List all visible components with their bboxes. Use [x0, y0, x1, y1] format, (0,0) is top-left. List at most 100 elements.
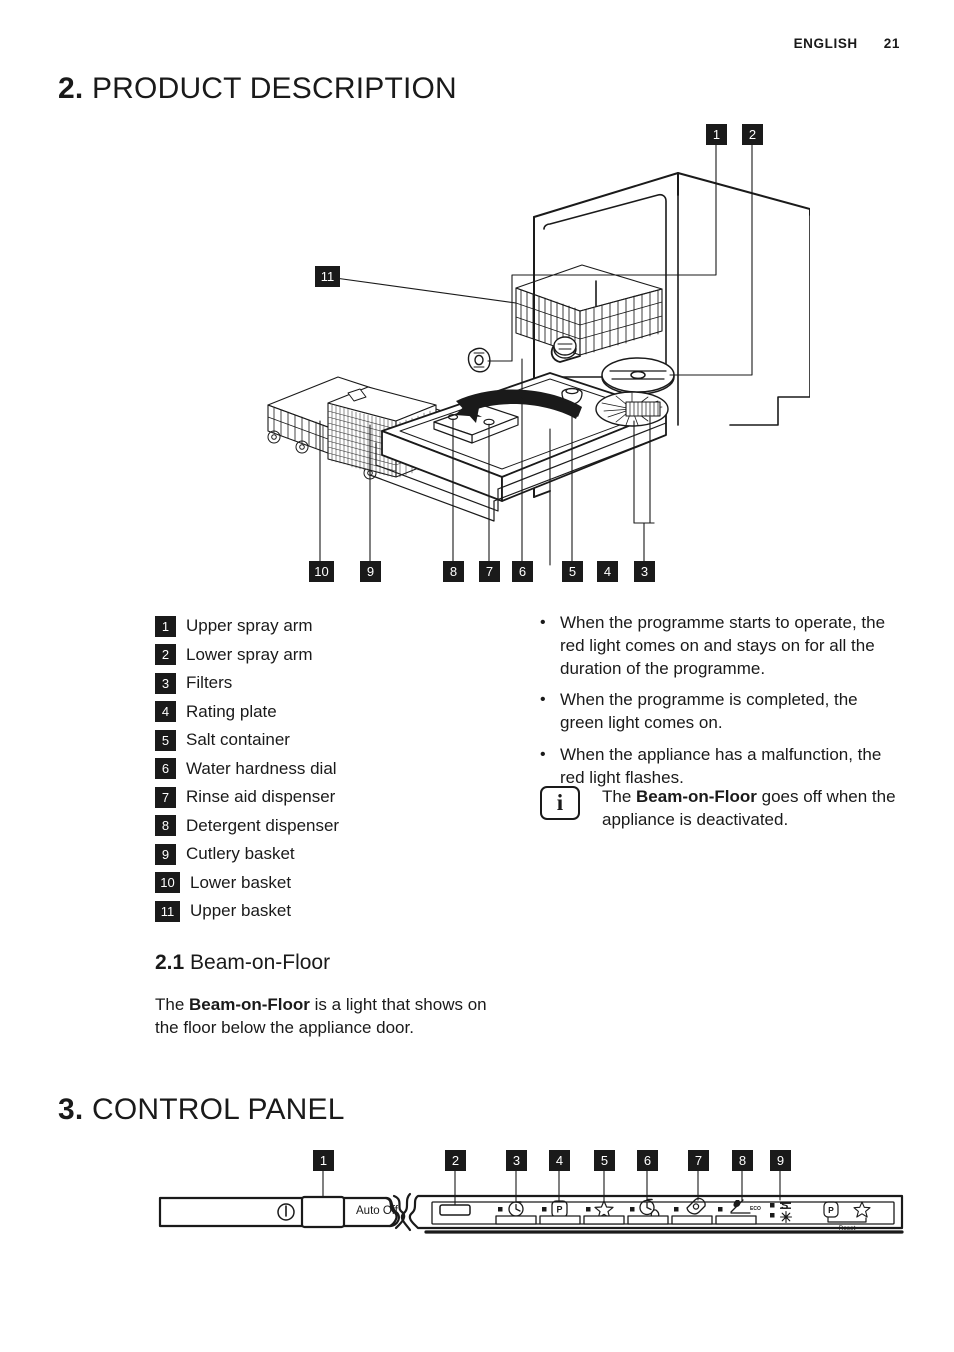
bullet-dot: •: [540, 614, 546, 631]
list-item: 7 Rinse aid dispenser: [155, 783, 475, 812]
part-label: Rinse aid dispenser: [186, 787, 336, 807]
panel-callout-2: 2: [445, 1150, 466, 1171]
programme-button: [439, 1204, 471, 1216]
svg-text:P: P: [828, 1205, 834, 1215]
list-item: • When the appliance has a malfunction, …: [540, 744, 904, 790]
part-label: Upper basket: [190, 901, 292, 921]
page-title-product-description: 2. PRODUCT DESCRIPTION: [58, 72, 457, 106]
part-number: 3: [155, 672, 176, 694]
beam-prefix: The: [155, 995, 190, 1014]
section-number: 2.: [58, 72, 84, 105]
note-text: When the programme starts to operate, th…: [560, 613, 886, 678]
list-item: 9 Cutlery basket: [155, 840, 475, 869]
note-text: When the appliance has a malfunction, th…: [560, 744, 882, 787]
subsection-title-beam-on-floor: 2.1 Beam-on-Floor: [155, 951, 330, 975]
language-label: ENGLISH: [793, 36, 858, 51]
reset-label-text: Reset: [839, 1225, 856, 1232]
list-item: • When the programme is completed, the g…: [540, 689, 904, 735]
panel-callout-5: 5: [594, 1150, 615, 1171]
part-number: 11: [155, 900, 180, 922]
section-number: 3.: [58, 1093, 84, 1126]
list-item: 4 Rating plate: [155, 698, 475, 727]
note-text: When the programme is completed, the gre…: [560, 690, 858, 733]
figure-callout-2: 2: [742, 124, 763, 145]
callout-leaders: [319, 142, 753, 566]
product-description-figure: 1 2 11 10 9 8 7 6 5 4 3: [250, 124, 810, 590]
section-title-text: PRODUCT DESCRIPTION: [91, 72, 457, 105]
part-label: Rating plate: [186, 701, 277, 721]
beam-bold-term: Beam-on-Floor: [189, 995, 310, 1014]
part-number: 6: [155, 758, 176, 780]
part-number: 4: [155, 701, 176, 723]
part-label: Lower basket: [190, 872, 292, 892]
figure-callout-6: 6: [512, 561, 533, 582]
page-title-control-panel: 3. CONTROL PANEL: [58, 1093, 345, 1127]
subsection-number: 2.1: [155, 951, 185, 974]
part-number: 2: [155, 644, 176, 666]
part-label: Cutlery basket: [186, 844, 295, 864]
eco-sublabel-text: ECO: [750, 1206, 761, 1212]
on-off-button: [300, 1195, 346, 1229]
part-label: Detergent dispenser: [186, 815, 340, 835]
section-title-text: CONTROL PANEL: [91, 1093, 345, 1126]
info-bold-term: Beam-on-Floor: [636, 787, 757, 806]
panel-callout-6: 6: [637, 1150, 658, 1171]
part-label: Water hardness dial: [186, 758, 337, 778]
info-callout: i The Beam-on-Floor goes off when the ap…: [540, 786, 904, 832]
figure-callout-3: 3: [634, 561, 655, 582]
control-panel-figure: P ECO S P Reset Auto Off 1 2 3 4 5 6 7 8…: [150, 1150, 910, 1275]
list-item: 8 Detergent dispenser: [155, 812, 475, 841]
list-item: • When the programme starts to operate, …: [540, 612, 904, 680]
part-number: 10: [155, 872, 180, 894]
upper-spray-arm-drawing: [467, 347, 491, 373]
part-number: 1: [155, 615, 176, 637]
list-item: 3 Filters: [155, 669, 475, 698]
list-item: 1 Upper spray arm: [155, 612, 475, 641]
svg-text:P: P: [556, 1205, 562, 1215]
panel-callout-8: 8: [732, 1150, 753, 1171]
panel-callout-1: 1: [313, 1150, 334, 1171]
part-label: Upper spray arm: [186, 616, 313, 636]
list-item: 6 Water hardness dial: [155, 755, 475, 784]
part-number: 5: [155, 729, 176, 751]
list-item: 5 Salt container: [155, 726, 475, 755]
bullet-dot: •: [540, 691, 546, 709]
lower-spray-arm-drawing: [601, 357, 675, 395]
info-icon: i: [540, 786, 580, 820]
part-number: 8: [155, 815, 176, 837]
figure-callout-9: 9: [360, 561, 381, 582]
list-item: 11 Upper basket: [155, 897, 475, 926]
filters-drawing: [595, 391, 669, 427]
panel-callout-3: 3: [506, 1150, 527, 1171]
list-item: 2 Lower spray arm: [155, 641, 475, 670]
part-label: Lower spray arm: [186, 644, 313, 664]
upper-basket-drawing: [515, 264, 663, 363]
figure-callout-11: 11: [315, 266, 340, 287]
info-callout-text: The Beam-on-Floor goes off when the appl…: [602, 786, 904, 832]
beam-on-floor-paragraph: The Beam-on-Floor is a light that shows …: [155, 994, 495, 1040]
part-label: Salt container: [186, 730, 290, 750]
page-header: ENGLISH 21: [794, 36, 900, 51]
figure-callout-7: 7: [479, 561, 500, 582]
svg-text:S: S: [781, 1200, 788, 1212]
panel-callout-9: 9: [770, 1150, 791, 1171]
subsection-title-text: Beam-on-Floor: [190, 951, 331, 974]
figure-callout-10: 10: [309, 561, 334, 582]
part-number: 7: [155, 786, 176, 808]
bullet-dot: •: [540, 745, 546, 763]
figure-callout-8: 8: [443, 561, 464, 582]
info-prefix: The: [602, 787, 637, 806]
panel-callout-7: 7: [688, 1150, 709, 1171]
indicator-light-notes: • When the programme starts to operate, …: [540, 612, 904, 798]
part-number: 9: [155, 843, 176, 865]
figure-callout-1: 1: [706, 124, 727, 145]
water-hardness-dial-drawing: [553, 336, 577, 359]
parts-legend-list: 1 Upper spray arm 2 Lower spray arm 3 Fi…: [155, 612, 475, 926]
list-item: 10 Lower basket: [155, 869, 475, 898]
figure-callout-4: 4: [597, 561, 618, 582]
auto-off-label: Auto Off: [356, 1205, 398, 1217]
part-label: Filters: [186, 673, 233, 693]
page-number: 21: [883, 36, 900, 51]
figure-callout-5: 5: [562, 561, 583, 582]
panel-callout-4: 4: [549, 1150, 570, 1171]
